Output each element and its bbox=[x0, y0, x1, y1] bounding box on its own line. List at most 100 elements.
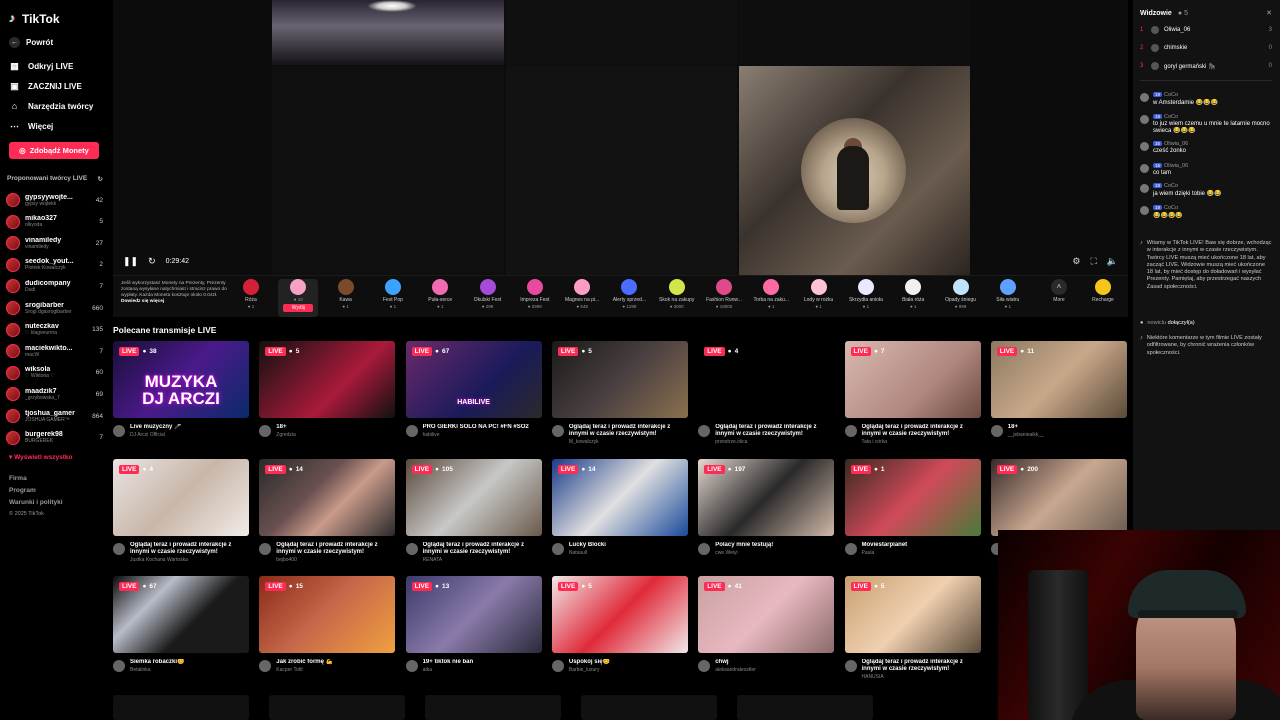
suggested-creator[interactable]: seedok_yout... Piotrek Kowalczyk 2 bbox=[6, 255, 103, 275]
stream-thumbnail[interactable]: LIVE ● 4 bbox=[113, 458, 249, 536]
stream-thumbnail[interactable]: LIVE ● 200 bbox=[990, 458, 1127, 536]
live-stream-card[interactable]: LIVE ● 67 Siemka robaczki😊 Betalinka bbox=[113, 576, 249, 686]
top-viewer-row[interactable]: 3 goryl germański 🦍 0 bbox=[1140, 62, 1272, 70]
recharge-button[interactable]: Recharge bbox=[1083, 279, 1123, 303]
avatar[interactable] bbox=[259, 660, 272, 672]
stream-thumbnail[interactable]: LIVE ● 15 bbox=[259, 576, 396, 653]
gift-item[interactable]: Magnes na pi... ● 549 bbox=[562, 279, 602, 309]
avatar[interactable] bbox=[698, 542, 711, 555]
avatar[interactable] bbox=[698, 425, 711, 437]
avatar[interactable] bbox=[551, 660, 564, 672]
avatar[interactable] bbox=[844, 542, 857, 555]
live-player[interactable]: ❚❚ ↻ 0:29:42 ⚙ ⛶ 🔈 bbox=[113, 0, 1128, 275]
live-stream-card[interactable]: LIVE ● 13 19+ tiktok nie ban atka bbox=[405, 576, 542, 686]
gift-item[interactable]: Siła wiatru ● 1 bbox=[988, 279, 1028, 309]
get-coins-button[interactable]: ◎ Zdobądź Monety bbox=[9, 142, 99, 159]
avatar[interactable] bbox=[1140, 115, 1149, 124]
gift-item[interactable]: Impreza Fest ● 2999 bbox=[515, 279, 555, 309]
live-stream-card[interactable]: LIVE ● 197 Polacy mnie testują! cwe.Weiyi bbox=[698, 458, 835, 569]
refresh-icon[interactable]: ↻ bbox=[98, 175, 103, 183]
live-stream-card[interactable]: LIVE ● 11 18+ __jebanieaikk__ bbox=[990, 341, 1127, 451]
stream-thumbnail[interactable]: LIVE ● 14 bbox=[259, 458, 396, 536]
stream-thumbnail[interactable]: HABILIVE LIVE ● 67 bbox=[405, 341, 542, 418]
live-stream-card[interactable]: LIVE ● 4 Oglądaj teraz i prowadź interakcje… bbox=[113, 458, 249, 569]
suggested-creator[interactable]: nuteczkav ♡ klagveurrna 135 bbox=[6, 320, 103, 340]
gift-item[interactable]: Kawa ● 1 bbox=[326, 279, 366, 309]
chat-username[interactable]: CoCo bbox=[1164, 92, 1178, 98]
stream-thumbnail[interactable]: LIVE ● 41 bbox=[698, 576, 835, 653]
avatar[interactable] bbox=[259, 542, 272, 555]
stream-thumbnail[interactable]: LIVE ● 7 bbox=[844, 341, 981, 418]
avatar[interactable] bbox=[1140, 93, 1149, 102]
live-stream-card[interactable]: MUZYKA DJ ARCZI LIVE ● 38 Live muzyczny 🎤 DJ A… bbox=[113, 341, 249, 451]
learn-more-link[interactable]: Dowiedz się więcej bbox=[121, 299, 164, 304]
suggested-creator[interactable]: gypsyywojte... gypsy wojtekk 42 bbox=[6, 190, 103, 210]
gift-item[interactable]: Opady śniegu ● 999 bbox=[941, 279, 981, 309]
volume-icon[interactable]: 🔈 bbox=[1107, 256, 1118, 267]
back-button[interactable]: ← Powrót bbox=[9, 37, 53, 48]
chat-username[interactable]: Oliwia_06 bbox=[1164, 163, 1188, 169]
gift-item[interactable]: Lody w rożku ● 1 bbox=[799, 279, 839, 309]
stream-thumbnail[interactable]: LIVE ● 5 bbox=[551, 341, 688, 418]
avatar[interactable] bbox=[990, 425, 1003, 437]
avatar[interactable] bbox=[1140, 184, 1149, 193]
nav-creator-tools[interactable]: ⌂ Narzędzia twórcy bbox=[9, 101, 94, 111]
gift-item[interactable]: Fest Pop ● 1 bbox=[373, 279, 413, 309]
suggested-creator[interactable]: maadzik7 _grzybowska_7 69 bbox=[6, 384, 103, 404]
stream-thumbnail[interactable]: LIVE ● 105 bbox=[405, 458, 542, 536]
stream-thumbnail[interactable]: LIVE ● 197 bbox=[698, 458, 835, 536]
live-stream-card[interactable]: LIVE ● 41 chwj aleksandratesstler bbox=[698, 576, 835, 686]
live-stream-card[interactable]: LIVE ● 105 Oglądaj teraz i prowadź interakc… bbox=[405, 458, 542, 569]
chat-username[interactable]: CoCo bbox=[1164, 183, 1178, 189]
top-viewer-row[interactable]: 1 Oliwia_06 3 bbox=[1140, 26, 1272, 34]
suggested-creator[interactable]: srogibarber Srogi dgasrogibarber 660 bbox=[6, 298, 103, 318]
live-stream-card[interactable]: LIVE ● 5 Oglądaj teraz i prowadź interakcje… bbox=[844, 576, 981, 686]
stream-thumbnail[interactable]: LIVE ● 4 bbox=[698, 341, 835, 418]
live-stream-card[interactable]: LIVE ● 14 Oglądaj teraz i prowadź interakcj… bbox=[259, 458, 396, 569]
send-gift-button[interactable]: Wyślij bbox=[283, 304, 314, 312]
tiktok-logo[interactable]: TikTok bbox=[9, 11, 60, 26]
live-stream-card[interactable]: LIVE ● 15 Jak zrobić formę 💪 Kacper Tottl bbox=[259, 576, 396, 686]
avatar[interactable] bbox=[113, 425, 125, 437]
chat-username[interactable]: Oliwia_06 bbox=[1164, 141, 1188, 147]
live-stream-card[interactable]: LIVE ● 1 Moviestarplanet Paula bbox=[844, 458, 981, 569]
live-stream-card[interactable]: LIVE ● 5 18+ Zgredzia bbox=[259, 341, 396, 451]
avatar[interactable] bbox=[844, 425, 857, 437]
show-all-link[interactable]: ▾ Wyświetl wszystko bbox=[9, 453, 72, 461]
gift-item[interactable]: Biała róża ● 1 bbox=[893, 279, 933, 309]
avatar[interactable] bbox=[113, 660, 125, 672]
gift-item[interactable]: ● 10 Wyślij bbox=[278, 279, 319, 317]
avatar[interactable] bbox=[1140, 206, 1149, 215]
footer-link-company[interactable]: Firma bbox=[9, 475, 27, 482]
stream-thumbnail[interactable]: LIVE ● 11 bbox=[990, 341, 1127, 418]
stream-thumbnail[interactable]: LIVE ● 5 bbox=[551, 576, 688, 653]
avatar[interactable] bbox=[1140, 164, 1149, 173]
stream-thumbnail[interactable]: LIVE ● 13 bbox=[405, 576, 542, 653]
stream-thumbnail[interactable]: LIVE ● 1 bbox=[844, 458, 981, 536]
settings-icon[interactable]: ⚙ bbox=[1072, 256, 1080, 267]
live-stream-card[interactable]: LIVE ● 7 Oglądaj teraz i prowadź interakcje… bbox=[844, 341, 981, 451]
avatar[interactable] bbox=[1140, 142, 1149, 151]
gift-item[interactable]: Okulski Fest ● 299 bbox=[468, 279, 508, 309]
nav-more[interactable]: ⋯ Więcej bbox=[9, 121, 53, 132]
gift-item[interactable]: Skok na zakupy ● 3000 bbox=[657, 279, 697, 309]
live-stream-card[interactable]: LIVE ● 4 Oglądaj teraz i prowadź interakcje… bbox=[698, 341, 835, 451]
gift-item[interactable]: Skrzydła anioła ● 1 bbox=[846, 279, 886, 309]
top-viewer-row[interactable]: 2 chimskie 0 bbox=[1140, 44, 1272, 52]
reload-icon[interactable]: ↻ bbox=[148, 256, 156, 267]
suggested-creator[interactable]: vinamiledy vinamiledy 27 bbox=[6, 233, 103, 253]
nav-discover-live[interactable]: ▦ Odkryj LIVE bbox=[9, 61, 73, 72]
fullscreen-icon[interactable]: ⛶ bbox=[1090, 256, 1096, 267]
live-stream-card[interactable]: LIVE ● 5 Oglądaj teraz i prowadź interakcje… bbox=[551, 341, 688, 451]
avatar[interactable] bbox=[551, 425, 564, 437]
avatar[interactable] bbox=[405, 542, 418, 555]
suggested-creator[interactable]: maciekwikto... macW 7 bbox=[6, 341, 103, 361]
suggested-creator[interactable]: dudicompany Dudi 7 bbox=[6, 276, 103, 296]
stream-thumbnail[interactable]: MUZYKA DJ ARCZI LIVE ● 38 bbox=[113, 341, 249, 418]
gift-item[interactable]: Róża ● 1 bbox=[231, 279, 271, 309]
live-stream-card[interactable]: LIVE ● 14 Lucky Blocki Natsaull bbox=[551, 458, 688, 569]
gift-item[interactable]: Puła-serce ● 1 bbox=[420, 279, 460, 309]
live-stream-card[interactable]: LIVE ● 5 Uspokój się😊 Barbie_luxury bbox=[551, 576, 688, 686]
stream-thumbnail[interactable]: LIVE ● 5 bbox=[844, 576, 981, 653]
chat-username[interactable]: CoCo bbox=[1164, 114, 1178, 120]
